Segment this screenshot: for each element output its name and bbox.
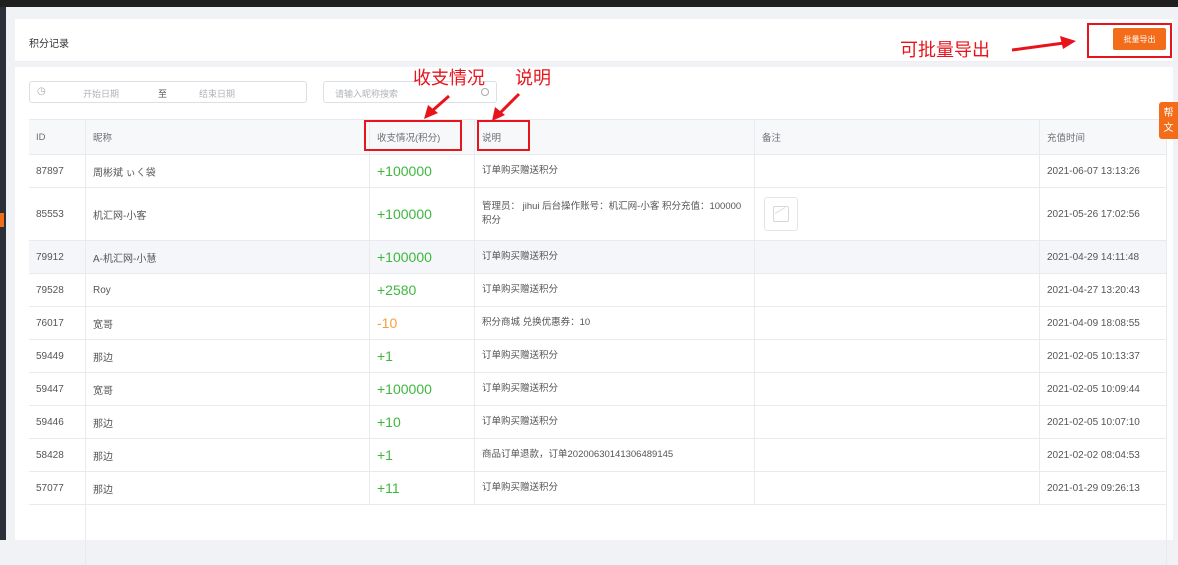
annotation-arrows: [424, 36, 1076, 121]
